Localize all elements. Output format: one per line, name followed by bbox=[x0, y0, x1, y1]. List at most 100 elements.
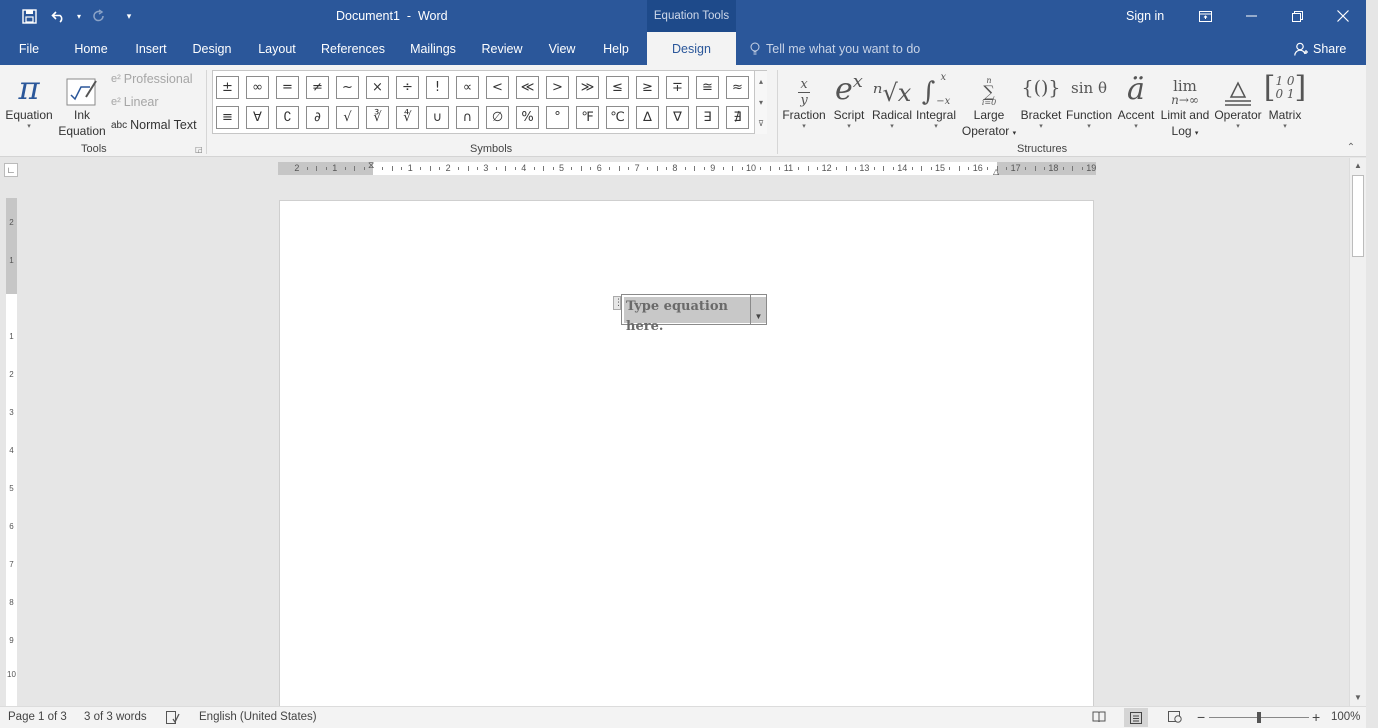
read-mode-icon[interactable] bbox=[1092, 711, 1106, 726]
symbol-button[interactable]: ∛ bbox=[366, 106, 389, 129]
bracket-button[interactable]: {()} Bracket ▾ bbox=[1018, 69, 1064, 131]
undo-icon[interactable] bbox=[44, 0, 74, 32]
symbol-button[interactable]: ≥ bbox=[636, 76, 659, 99]
share-button[interactable]: Share bbox=[1294, 42, 1346, 56]
symbol-button[interactable]: ± bbox=[216, 76, 239, 99]
symbol-button[interactable]: ≡ bbox=[216, 106, 239, 129]
matrix-button[interactable]: [ 1 0 0 1 ] Matrix ▾ bbox=[1263, 69, 1307, 131]
symbol-button[interactable]: ∪ bbox=[426, 106, 449, 129]
zoom-slider-thumb[interactable] bbox=[1257, 712, 1261, 723]
tab-file[interactable]: File bbox=[8, 32, 50, 65]
normal-text-button[interactable]: abc Normal Text bbox=[111, 118, 197, 132]
tab-selector-icon[interactable]: ∟ bbox=[4, 163, 18, 177]
web-layout-icon[interactable] bbox=[1168, 711, 1182, 726]
tell-me-search[interactable]: Tell me what you want to do bbox=[750, 42, 920, 56]
symbol-button[interactable]: ~ bbox=[336, 76, 359, 99]
customize-qat-icon[interactable]: ▾ bbox=[114, 0, 144, 32]
tab-layout[interactable]: Layout bbox=[250, 32, 304, 65]
symbol-button[interactable]: × bbox=[366, 76, 389, 99]
equation-move-handle-icon[interactable]: ⋮ bbox=[613, 296, 623, 310]
radical-button[interactable]: ⁿ√x Radical ▾ bbox=[870, 69, 914, 131]
horizontal-ruler[interactable]: ⧖ △ 2 1 1 2 3 4 5 6 7 8 9 10 11 12 13 14 15 16 17 18 19 bbox=[278, 160, 1096, 176]
accent-button[interactable]: ä Accent ▾ bbox=[1114, 69, 1158, 131]
symbol-button[interactable]: ≠ bbox=[306, 76, 329, 99]
symbol-button[interactable]: ∂ bbox=[306, 106, 329, 129]
symbol-button[interactable]: ∞ bbox=[246, 76, 269, 99]
limit-and-log-button[interactable]: lim n→∞ Limit and Log ▾ bbox=[1156, 69, 1214, 142]
zoom-out-icon[interactable]: − bbox=[1197, 709, 1205, 725]
professional-button[interactable]: e² Professional bbox=[111, 72, 193, 86]
symbol-button[interactable]: ℃ bbox=[606, 106, 629, 129]
vertical-ruler[interactable]: 2 1 1 2 3 4 5 6 7 8 9 10 bbox=[6, 198, 17, 706]
tab-home[interactable]: Home bbox=[65, 32, 117, 65]
function-button[interactable]: sin θ Function ▾ bbox=[1064, 69, 1114, 131]
collapse-ribbon-icon[interactable]: ⌃ bbox=[1344, 142, 1358, 154]
gallery-scroll-up-icon[interactable]: ▴ bbox=[754, 71, 767, 92]
symbol-button[interactable]: > bbox=[546, 76, 569, 99]
symbol-button[interactable]: ! bbox=[426, 76, 449, 99]
proofing-icon[interactable] bbox=[166, 711, 180, 727]
symbol-button[interactable]: ∁ bbox=[276, 106, 299, 129]
symbol-button[interactable]: ℉ bbox=[576, 106, 599, 129]
document-page[interactable] bbox=[279, 200, 1094, 710]
scroll-thumb[interactable] bbox=[1352, 175, 1364, 257]
tab-review[interactable]: Review bbox=[475, 32, 529, 65]
symbol-button[interactable]: ≤ bbox=[606, 76, 629, 99]
equation-button[interactable]: π Equation ▾ bbox=[4, 69, 54, 131]
symbol-button[interactable]: ≅ bbox=[696, 76, 719, 99]
ribbon-display-options-icon[interactable] bbox=[1182, 0, 1228, 32]
symbol-button[interactable]: = bbox=[276, 76, 299, 99]
symbol-button[interactable]: ∅ bbox=[486, 106, 509, 129]
symbol-button[interactable]: ° bbox=[546, 106, 569, 129]
indent-marker-icon[interactable]: ⧖ bbox=[368, 160, 374, 171]
tab-view[interactable]: View bbox=[540, 32, 584, 65]
zoom-in-icon[interactable]: + bbox=[1312, 709, 1320, 725]
tab-insert[interactable]: Insert bbox=[126, 32, 176, 65]
save-icon[interactable] bbox=[14, 0, 44, 32]
language-indicator[interactable]: English (United States) bbox=[199, 711, 317, 723]
equation-options-dropdown-icon[interactable]: ▼ bbox=[750, 295, 766, 324]
scroll-up-icon[interactable]: ▲ bbox=[1350, 158, 1366, 174]
symbol-button[interactable]: ∀ bbox=[246, 106, 269, 129]
linear-button[interactable]: e² Linear bbox=[111, 95, 159, 109]
tab-equation-design[interactable]: Design bbox=[647, 32, 736, 65]
symbol-button[interactable]: ∄ bbox=[726, 106, 749, 129]
symbol-button[interactable]: ∩ bbox=[456, 106, 479, 129]
symbol-button[interactable]: ∆ bbox=[636, 106, 659, 129]
redo-icon[interactable] bbox=[84, 0, 114, 32]
symbol-button[interactable]: ∇ bbox=[666, 106, 689, 129]
large-operator-button[interactable]: n ∑ i=0 Large Operator ▾ bbox=[958, 69, 1020, 142]
symbol-button[interactable]: √ bbox=[336, 106, 359, 129]
symbol-button[interactable]: ∃ bbox=[696, 106, 719, 129]
tools-dialog-launcher-icon[interactable]: ◲ bbox=[195, 145, 203, 154]
symbol-button[interactable]: ≫ bbox=[576, 76, 599, 99]
print-layout-icon[interactable] bbox=[1124, 708, 1148, 727]
ink-equation-button[interactable]: Ink Equation bbox=[56, 69, 108, 139]
equation-placeholder[interactable]: Type equation here. bbox=[624, 297, 766, 334]
fraction-button[interactable]: x y Fraction ▾ bbox=[781, 69, 827, 131]
symbol-button[interactable]: ∓ bbox=[666, 76, 689, 99]
tab-mailings[interactable]: Mailings bbox=[402, 32, 464, 65]
close-icon[interactable] bbox=[1320, 0, 1366, 32]
symbol-button[interactable]: ∝ bbox=[456, 76, 479, 99]
tab-references[interactable]: References bbox=[316, 32, 390, 65]
symbol-button[interactable]: % bbox=[516, 106, 539, 129]
gallery-scroll-down-icon[interactable]: ▾ bbox=[754, 92, 767, 113]
tab-help[interactable]: Help bbox=[595, 32, 637, 65]
script-button[interactable]: ex Script ▾ bbox=[829, 69, 869, 131]
operator-button[interactable]: Operator ▾ bbox=[1213, 69, 1263, 131]
symbol-button[interactable]: ∜ bbox=[396, 106, 419, 129]
vertical-scrollbar[interactable]: ▲ ▼ bbox=[1349, 158, 1366, 706]
symbol-button[interactable]: ≪ bbox=[516, 76, 539, 99]
equation-box[interactable]: Type equation here. ▼ bbox=[621, 294, 767, 334]
zoom-level[interactable]: 100% bbox=[1331, 711, 1360, 723]
symbol-button[interactable]: ÷ bbox=[396, 76, 419, 99]
word-count[interactable]: 3 of 3 words bbox=[84, 711, 147, 723]
tab-design[interactable]: Design bbox=[185, 32, 239, 65]
page-count[interactable]: Page 1 of 3 bbox=[8, 711, 67, 723]
minimize-icon[interactable] bbox=[1228, 0, 1274, 32]
undo-dropdown-icon[interactable]: ▾ bbox=[74, 0, 84, 32]
symbol-button[interactable]: ≈ bbox=[726, 76, 749, 99]
restore-icon[interactable] bbox=[1274, 0, 1320, 32]
sign-in-link[interactable]: Sign in bbox=[1126, 9, 1164, 23]
